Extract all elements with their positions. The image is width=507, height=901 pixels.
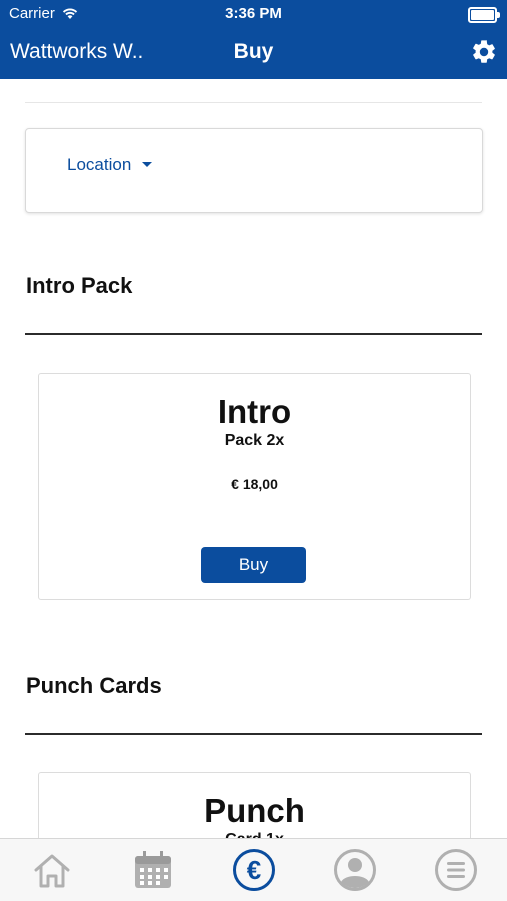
buy-button[interactable]: Buy <box>201 547 306 583</box>
app-header: Carrier 3:36 PM Wattworks W.. Buy <box>0 0 507 79</box>
home-icon[interactable] <box>30 848 74 892</box>
product-card-intro: Intro Pack 2x € 18,00 Buy <box>38 373 471 600</box>
product-title: Intro <box>217 393 292 430</box>
euro-icon[interactable]: € <box>232 848 276 892</box>
navigation-bar: Wattworks W.. Buy <box>0 30 507 79</box>
section-title-punch-cards: Punch Cards <box>26 673 162 698</box>
tab-bar: € <box>0 838 507 901</box>
gear-icon[interactable] <box>470 38 498 66</box>
battery-icon <box>468 7 500 23</box>
product-price: € 18,00 <box>231 476 278 492</box>
location-dropdown-label[interactable]: Location <box>67 155 131 175</box>
product-title: Punch <box>204 792 305 829</box>
calendar-icon[interactable] <box>131 848 175 892</box>
profile-icon[interactable] <box>333 848 377 892</box>
section-divider <box>25 333 482 335</box>
caret-down-icon[interactable] <box>142 162 152 167</box>
svg-text:€: € <box>247 855 261 885</box>
menu-icon[interactable] <box>434 848 478 892</box>
status-bar: Carrier 3:36 PM <box>0 0 507 28</box>
status-time: 3:36 PM <box>225 5 282 22</box>
top-divider <box>25 102 482 103</box>
location-selector[interactable]: Location <box>25 128 483 213</box>
section-divider <box>25 733 482 735</box>
page-title: Buy <box>233 40 274 63</box>
section-title-intro-pack: Intro Pack <box>26 273 133 298</box>
product-subtitle: Pack 2x <box>224 432 285 449</box>
